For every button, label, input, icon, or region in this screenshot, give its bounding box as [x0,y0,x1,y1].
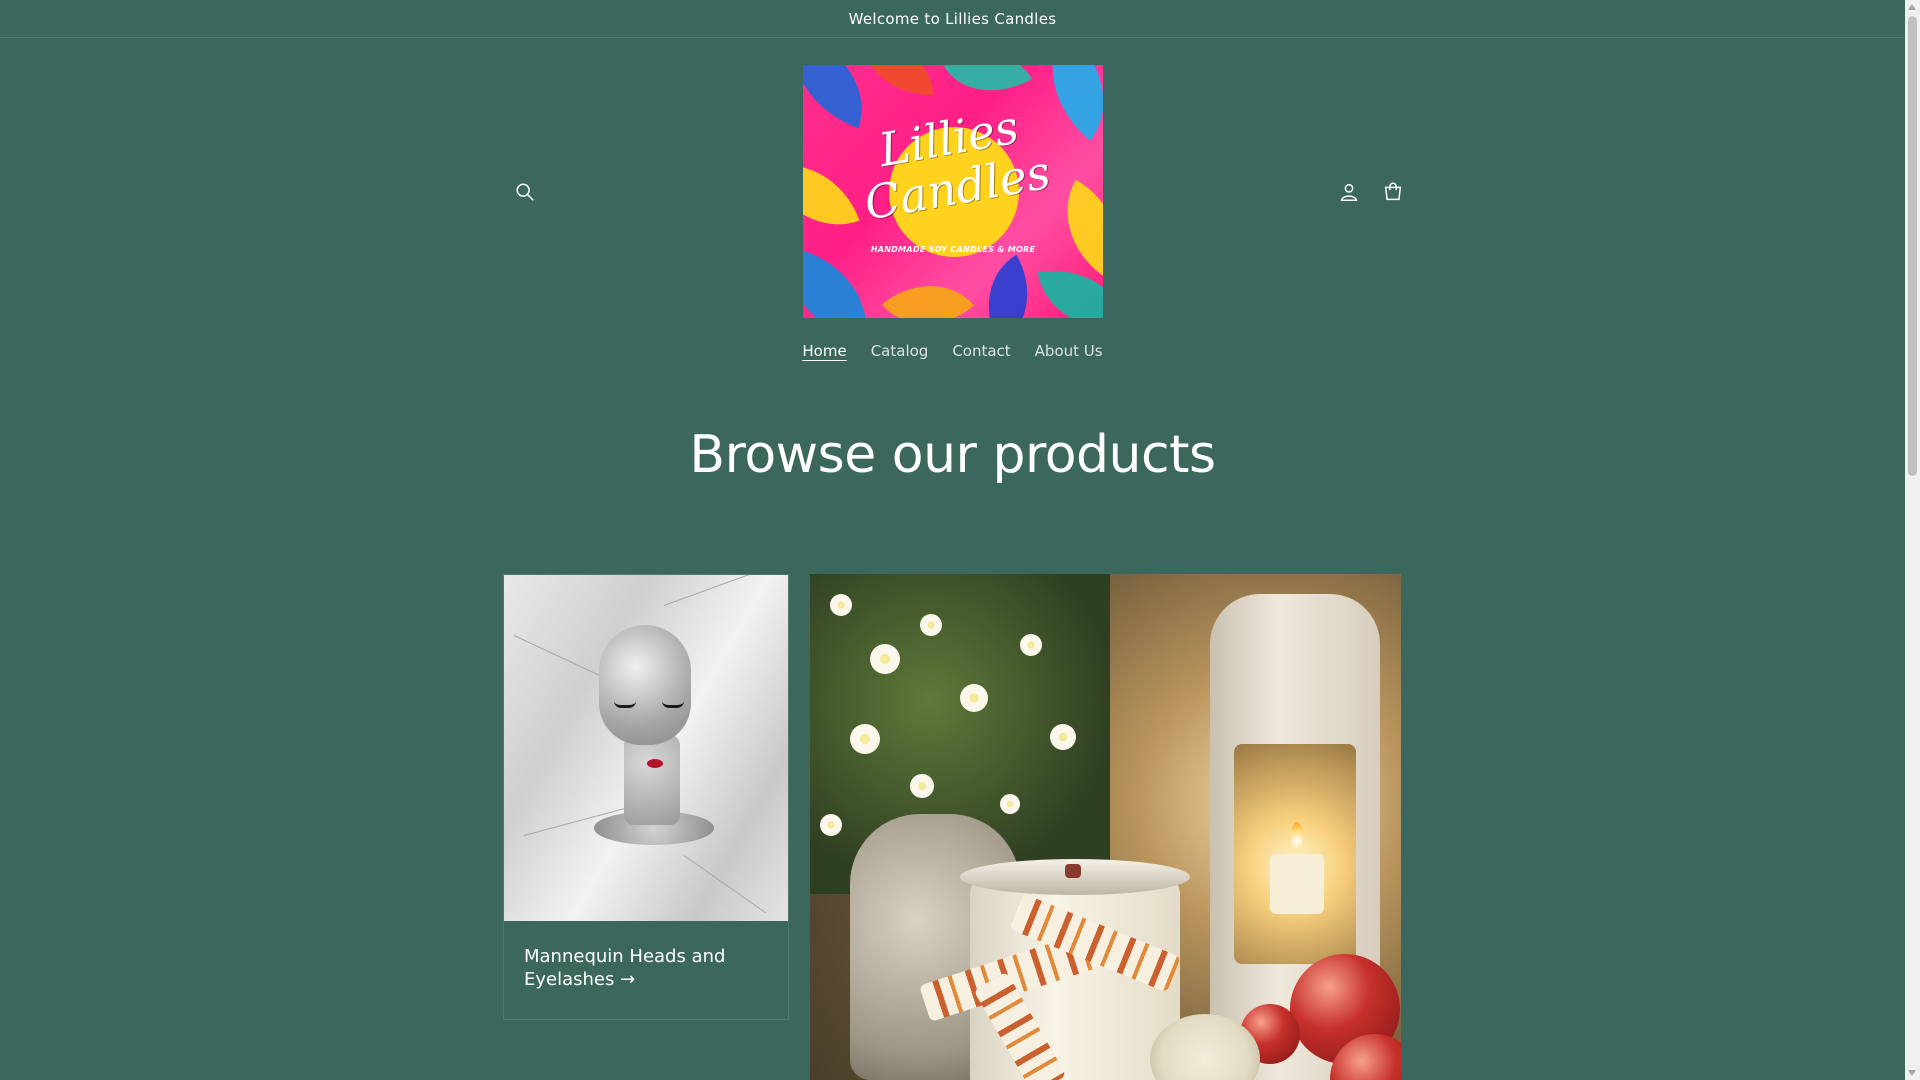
section-heading: Browse our products [689,425,1216,485]
collection-card-mannequin[interactable]: Mannequin Heads and Eyelashes → [503,574,789,1020]
cart-icon [1384,182,1402,201]
arrow-right-icon: → [620,969,636,990]
store-logo[interactable]: Lillies Candles HANDMADE SOY CANDLES & M… [803,65,1103,318]
collection-image-mannequin[interactable] [504,575,788,921]
account-icon [1340,183,1358,201]
scroll-up-icon[interactable] [1908,4,1916,10]
announcement-text: Welcome to Lillies Candles [848,9,1057,28]
scrollbar-thumb[interactable] [1908,16,1917,476]
page-scrollbar[interactable] [1905,0,1920,1080]
announcement-bar: Welcome to Lillies Candles [0,0,1905,38]
nav-home[interactable]: Home [802,342,846,360]
cart-button[interactable] [1378,177,1408,207]
scroll-down-icon[interactable] [1908,1070,1916,1076]
main-navigation: Home Catalog Contact About Us [0,342,1905,360]
nav-contact[interactable]: Contact [952,342,1010,360]
search-button[interactable] [510,177,540,207]
collection-title-link[interactable]: Mannequin Heads and Eyelashes → [524,945,764,991]
search-icon [516,183,534,201]
nav-about-us[interactable]: About Us [1035,342,1103,360]
nav-catalog[interactable]: Catalog [871,342,929,360]
collection-image-candles[interactable] [810,574,1401,1080]
logo-tagline: HANDMADE SOY CANDLES & MORE [870,245,1036,254]
account-button[interactable] [1334,177,1364,207]
